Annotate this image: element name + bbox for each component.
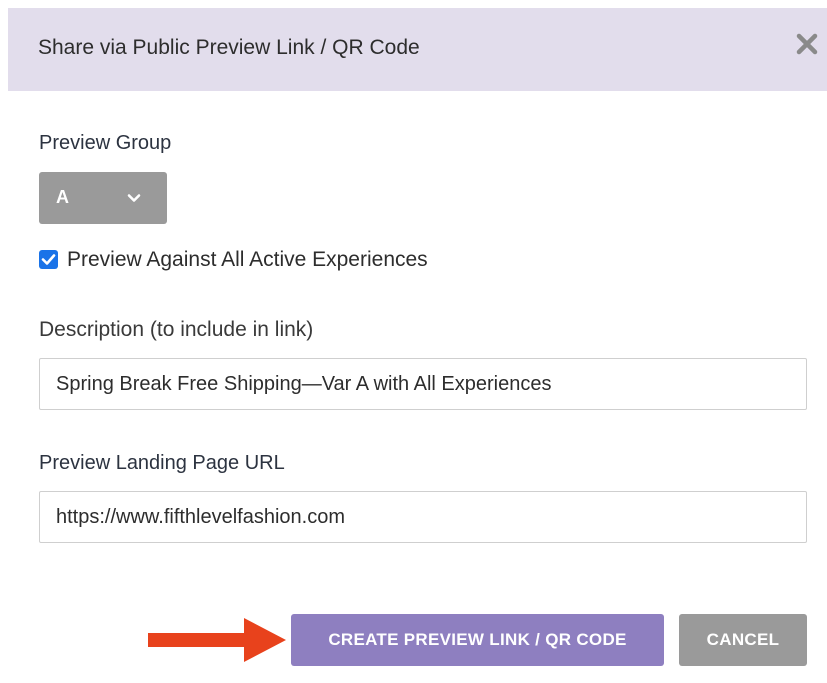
modal-header: Share via Public Preview Link / QR Code [8,8,827,91]
annotation-arrow-icon [148,614,296,666]
chevron-down-icon [126,190,142,206]
close-icon[interactable] [793,30,821,58]
preview-group-label: Preview Group [39,132,172,154]
share-preview-modal: Share via Public Preview Link / QR Code … [8,8,827,683]
cancel-button[interactable]: CANCEL [679,614,807,666]
all-experiences-label: Preview Against All Active Experiences [67,248,428,271]
create-preview-link-button[interactable]: CREATE PREVIEW LINK / QR CODE [291,614,664,666]
description-label: Description (to include in link) [39,318,314,341]
preview-group-select[interactable]: A [39,172,167,224]
landing-url-label: Preview Landing Page URL [39,452,285,474]
all-experiences-checkbox[interactable] [39,250,58,269]
modal-title: Share via Public Preview Link / QR Code [38,36,420,59]
preview-group-value: A [56,187,69,207]
landing-url-input[interactable] [39,491,807,543]
description-input[interactable] [39,358,807,410]
